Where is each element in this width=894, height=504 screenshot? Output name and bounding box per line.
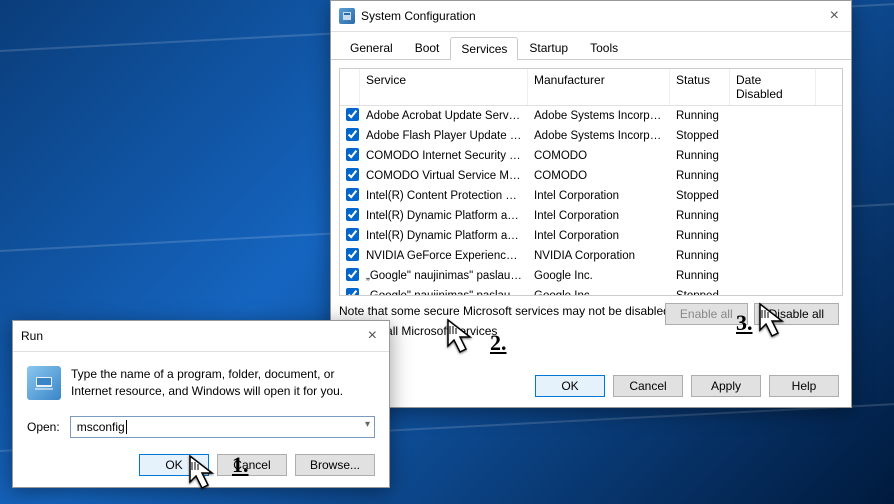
cell-manufacturer: Adobe Systems Incorporated: [528, 109, 670, 123]
table-row[interactable]: Adobe Flash Player Update ServiceAdobe S…: [340, 126, 842, 146]
table-row[interactable]: Intel(R) Content Protection HEC...Intel …: [340, 186, 842, 206]
table-row[interactable]: NVIDIA GeForce Experience Ser...NVIDIA C…: [340, 246, 842, 266]
table-header: Service Manufacturer Status Date Disable…: [340, 69, 842, 106]
help-button[interactable]: Help: [769, 375, 839, 397]
system-configuration-window: System Configuration × GeneralBootServic…: [330, 0, 852, 408]
tab-services[interactable]: Services: [450, 37, 518, 60]
run-titlebar[interactable]: Run ×: [13, 321, 389, 352]
table-row[interactable]: Intel(R) Dynamic Platform and T...Intel …: [340, 226, 842, 246]
tab-tools[interactable]: Tools: [579, 36, 629, 59]
table-row[interactable]: Intel(R) Dynamic Platform and T...Intel …: [340, 206, 842, 226]
cell-date: [730, 235, 816, 237]
cell-service: COMODO Internet Security Help...: [360, 149, 528, 163]
cell-service: NVIDIA GeForce Experience Ser...: [360, 249, 528, 263]
tab-general[interactable]: General: [339, 36, 404, 59]
col-service[interactable]: Service: [360, 69, 528, 105]
service-checkbox[interactable]: [346, 108, 359, 121]
tab-startup[interactable]: Startup: [518, 36, 579, 59]
enable-all-button[interactable]: Enable all: [665, 303, 748, 325]
service-checkbox[interactable]: [346, 288, 359, 296]
cell-service: COMODO Virtual Service Manager: [360, 169, 528, 183]
cell-date: [730, 195, 816, 197]
cell-service: Intel(R) Content Protection HEC...: [360, 189, 528, 203]
open-value: msconfig: [77, 420, 125, 434]
cell-status: Running: [670, 209, 730, 223]
col-manufacturer[interactable]: Manufacturer: [528, 69, 670, 105]
disable-all-button[interactable]: Disable all: [754, 303, 839, 325]
service-checkbox[interactable]: [346, 248, 359, 261]
table-row[interactable]: „Google" naujinimas" paslauga (...Google…: [340, 266, 842, 286]
sysconfig-title: System Configuration: [361, 9, 826, 23]
cell-manufacturer: Intel Corporation: [528, 189, 670, 203]
service-checkbox[interactable]: [346, 128, 359, 141]
table-row[interactable]: COMODO Internet Security Help...COMODORu…: [340, 146, 842, 166]
cell-service: Adobe Acrobat Update Service: [360, 109, 528, 123]
col-status[interactable]: Status: [670, 69, 730, 105]
cell-status: Stopped: [670, 129, 730, 143]
cell-service: Adobe Flash Player Update Service: [360, 129, 528, 143]
cell-manufacturer: NVIDIA Corporation: [528, 249, 670, 263]
cell-date: [730, 135, 816, 137]
sysconfig-titlebar[interactable]: System Configuration ×: [331, 1, 851, 32]
cell-status: Stopped: [670, 189, 730, 203]
cell-manufacturer: COMODO: [528, 149, 670, 163]
cell-manufacturer: Intel Corporation: [528, 229, 670, 243]
cell-service: „Google" naujinimas" paslauga (...: [360, 289, 528, 296]
cell-manufacturer: Intel Corporation: [528, 209, 670, 223]
table-row[interactable]: Adobe Acrobat Update ServiceAdobe System…: [340, 106, 842, 126]
cell-date: [730, 175, 816, 177]
cell-date: [730, 255, 816, 257]
service-checkbox[interactable]: [346, 268, 359, 281]
cell-date: [730, 215, 816, 217]
open-input[interactable]: msconfig: [70, 416, 375, 438]
sysconfig-icon: [339, 8, 355, 24]
table-row[interactable]: COMODO Virtual Service ManagerCOMODORunn…: [340, 166, 842, 186]
sysconfig-tabs: GeneralBootServicesStartupTools: [331, 32, 851, 60]
service-checkbox[interactable]: [346, 168, 359, 181]
cell-status: Running: [670, 269, 730, 283]
run-program-icon: [27, 366, 61, 400]
close-icon[interactable]: ×: [364, 327, 381, 345]
run-ok-button[interactable]: OK: [139, 454, 209, 476]
cell-service: Intel(R) Dynamic Platform and T...: [360, 209, 528, 223]
cell-date: [730, 155, 816, 157]
ok-button[interactable]: OK: [535, 375, 605, 397]
cell-manufacturer: COMODO: [528, 169, 670, 183]
cell-manufacturer: Google Inc.: [528, 269, 670, 283]
cell-date: [730, 295, 816, 296]
cancel-button[interactable]: Cancel: [613, 375, 683, 397]
services-table: Service Manufacturer Status Date Disable…: [339, 68, 843, 296]
cell-service: „Google" naujinimas" paslauga (...: [360, 269, 528, 283]
service-checkbox[interactable]: [346, 148, 359, 161]
run-dialog: Run × Type the name of a program, folder…: [12, 320, 390, 488]
cell-status: Stopped: [670, 289, 730, 296]
cell-manufacturer: Google Inc.: [528, 289, 670, 296]
service-checkbox[interactable]: [346, 188, 359, 201]
close-icon[interactable]: ×: [826, 7, 843, 25]
apply-button[interactable]: Apply: [691, 375, 761, 397]
run-title: Run: [21, 329, 364, 343]
run-browse-button[interactable]: Browse...: [295, 454, 375, 476]
col-date-disabled[interactable]: Date Disabled: [730, 69, 816, 105]
open-label: Open:: [27, 420, 60, 434]
service-checkbox[interactable]: [346, 228, 359, 241]
table-row[interactable]: „Google" naujinimas" paslauga (...Google…: [340, 286, 842, 296]
cell-manufacturer: Adobe Systems Incorporated: [528, 129, 670, 143]
cell-date: [730, 275, 816, 277]
cell-date: [730, 115, 816, 117]
tab-boot[interactable]: Boot: [404, 36, 451, 59]
cell-status: Running: [670, 249, 730, 263]
run-description: Type the name of a program, folder, docu…: [71, 366, 375, 400]
run-cancel-button[interactable]: Cancel: [217, 454, 287, 476]
cell-status: Running: [670, 149, 730, 163]
cell-service: Intel(R) Dynamic Platform and T...: [360, 229, 528, 243]
cell-status: Running: [670, 229, 730, 243]
cell-status: Running: [670, 109, 730, 123]
cell-status: Running: [670, 169, 730, 183]
service-checkbox[interactable]: [346, 208, 359, 221]
